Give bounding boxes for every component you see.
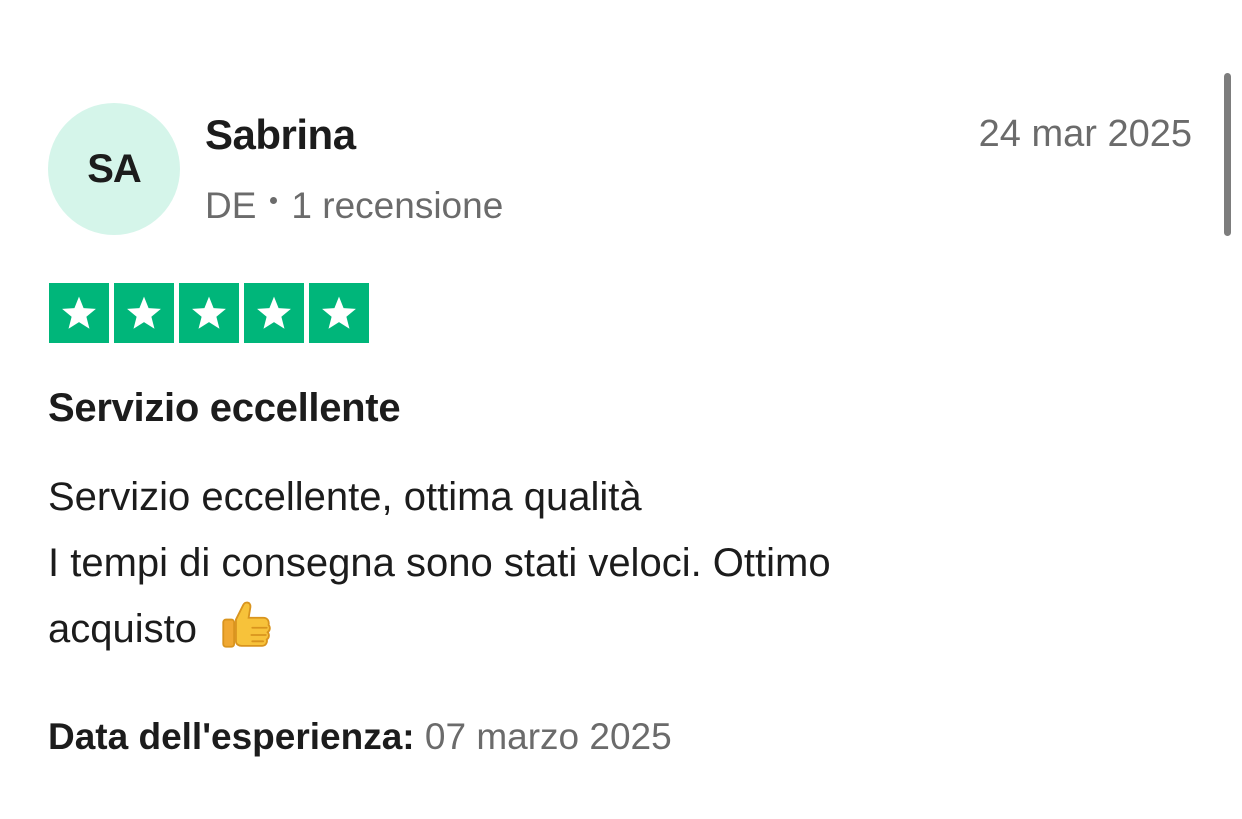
star-icon bbox=[49, 283, 109, 343]
review-date: 24 mar 2025 bbox=[978, 113, 1192, 155]
review-card: SA Sabrina DE 1 recensione 24 mar 2025 S… bbox=[0, 0, 1242, 819]
thumbs-up-icon bbox=[222, 601, 271, 648]
experience-label: Data dell'esperienza: bbox=[48, 716, 415, 757]
review-title: Servizio eccellente bbox=[48, 386, 401, 430]
avatar[interactable]: SA bbox=[48, 103, 180, 235]
star-icon bbox=[309, 283, 369, 343]
reviewer-name[interactable]: Sabrina bbox=[205, 110, 356, 160]
review-body-line: I tempi di consegna sono stati veloci. O… bbox=[48, 541, 831, 585]
review-body-line-text: acquisto bbox=[48, 607, 197, 651]
star-icon bbox=[114, 283, 174, 343]
review-body-line: Servizio eccellente, ottima qualità bbox=[48, 475, 642, 519]
star-icon bbox=[244, 283, 304, 343]
scrollbar[interactable] bbox=[1224, 73, 1231, 236]
experience-date: 07 marzo 2025 bbox=[424, 716, 672, 757]
star-rating bbox=[49, 283, 369, 343]
review-body-line-last: acquisto bbox=[48, 596, 1188, 662]
avatar-initials: SA bbox=[87, 146, 142, 191]
review-body: Servizio eccellente, ottima qualità I te… bbox=[48, 464, 1188, 662]
separator-dot bbox=[270, 196, 278, 204]
experience-date-row: Data dell'esperienza: 07 marzo 2025 bbox=[48, 713, 672, 761]
star-icon bbox=[179, 283, 239, 343]
reviewer-meta: DE 1 recensione bbox=[205, 183, 503, 229]
reviewer-review-count: 1 recensione bbox=[291, 185, 504, 226]
reviewer-country: DE bbox=[205, 185, 257, 226]
